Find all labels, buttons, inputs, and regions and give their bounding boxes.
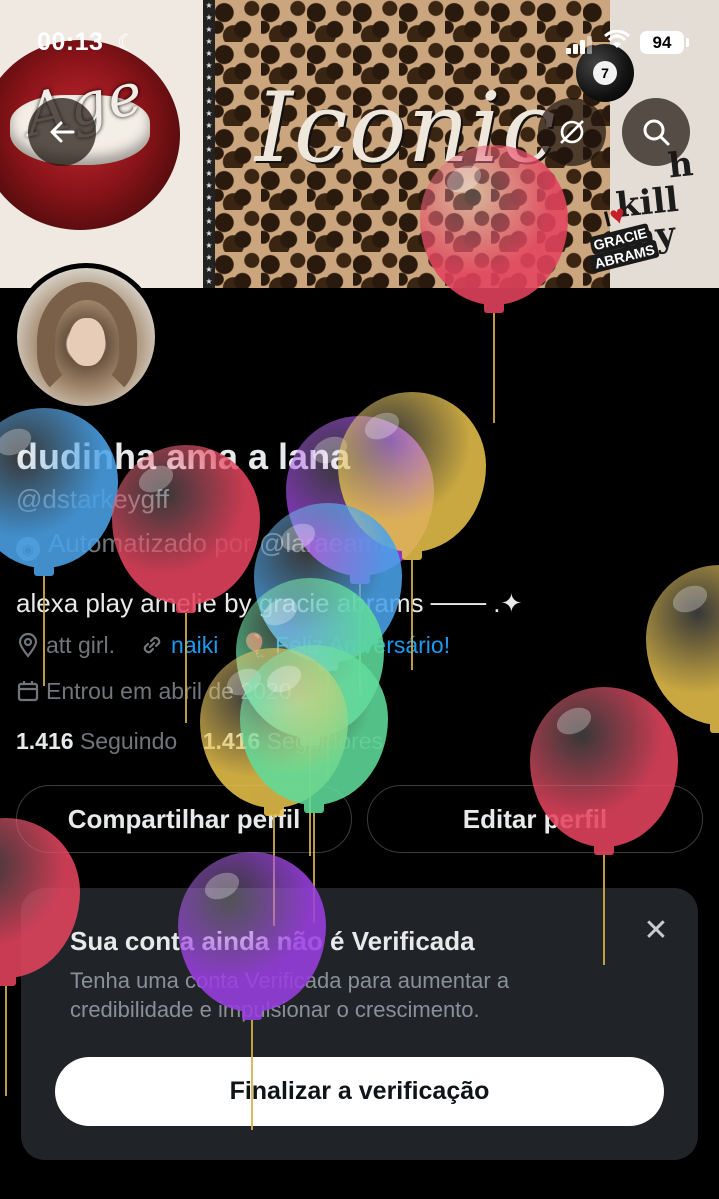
back-button[interactable]	[28, 98, 96, 166]
verification-body: Tenha uma conta Verificada para aumentar…	[70, 968, 510, 1022]
profile-joined-row: Entrou em abril de 2020	[16, 676, 292, 706]
share-profile-button[interactable]: Compartilhar perfil	[16, 785, 352, 853]
grok-button[interactable]	[538, 98, 606, 166]
handle: @dstarkeygff	[16, 484, 170, 514]
followers-count: 1.416	[202, 728, 261, 754]
followers-link[interactable]: 1.416 Seguidores	[203, 728, 383, 754]
location-text: att girl.	[46, 631, 116, 658]
calendar-icon	[17, 681, 39, 702]
joined-text: Entrou em abril de 2020	[46, 677, 292, 704]
avatar-photo	[17, 268, 155, 406]
automated-label[interactable]: ◉ Automatizado por @laraeamb	[16, 528, 394, 561]
automated-text: Automatizado por @laraeamb	[48, 528, 394, 558]
status-bar: 00:13 ☾ 94	[0, 0, 719, 88]
verification-card: Sua conta ainda não é Verificada Tenha u…	[21, 888, 698, 1160]
signal-icon	[566, 36, 594, 54]
following-label: Seguindo	[79, 728, 178, 754]
arrow-left-icon	[50, 121, 75, 143]
profile-meta-row: att girl. naiki 🎈 Feliz Aniversário!	[16, 630, 450, 660]
edit-profile-button[interactable]: Editar perfil	[367, 785, 703, 853]
search-icon	[643, 119, 670, 146]
search-button[interactable]	[622, 98, 690, 166]
finish-verification-button[interactable]: Finalizar a verificação	[55, 1057, 664, 1126]
close-icon[interactable]: ✕	[639, 914, 673, 948]
balloon-icon	[338, 392, 486, 670]
battery-icon: 94	[640, 31, 689, 54]
verification-title: Sua conta ainda não é Verificada	[70, 926, 475, 956]
wifi-icon	[604, 29, 630, 56]
bio: alexa play amelie by gracie abrams ─── .…	[16, 588, 523, 618]
follow-stats: 1.416 Seguindo 1.416 Seguidores	[16, 728, 383, 755]
bot-icon: ◉	[16, 537, 40, 561]
birthday-text: Feliz Aniversário!	[274, 631, 451, 658]
following-link[interactable]: 1.416 Seguindo	[16, 728, 177, 754]
location-pin-icon	[18, 632, 38, 658]
profile-link[interactable]: naiki	[171, 632, 218, 659]
banner-iconic-word: Iconic	[255, 72, 557, 184]
display-name: dudinha ama a lana	[16, 436, 351, 477]
status-time: 00:13	[37, 28, 104, 56]
link-icon	[143, 636, 161, 654]
avatar-face	[69, 318, 105, 366]
balloon-icon	[646, 565, 719, 785]
birthday-icon: 🎈	[240, 631, 269, 658]
moon-icon: ☾	[117, 30, 137, 55]
followers-label: Seguidores	[266, 728, 384, 754]
following-count: 1.416	[16, 728, 74, 754]
grok-icon	[560, 120, 584, 144]
avatar[interactable]	[12, 263, 160, 411]
